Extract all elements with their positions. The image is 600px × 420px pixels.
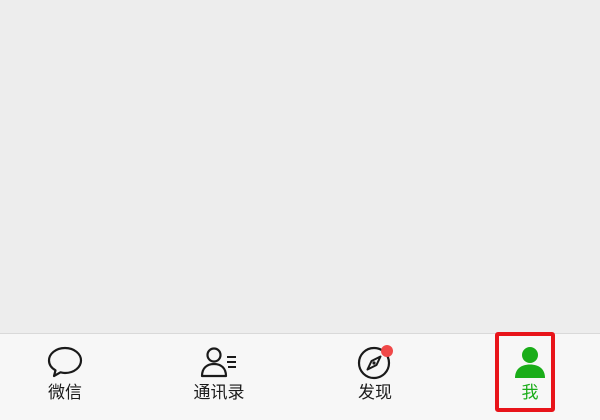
- compass-icon: [355, 344, 395, 380]
- tab-label-discover: 发现: [358, 383, 392, 403]
- tab-contacts[interactable]: 通讯录: [159, 334, 279, 420]
- notification-dot: [381, 345, 393, 357]
- content-area: [0, 0, 600, 333]
- tab-label-contacts: 通讯录: [193, 383, 245, 403]
- tab-chats[interactable]: 微信: [5, 334, 125, 420]
- wechat-screen: 微信 通讯录 发现 我: [0, 0, 600, 420]
- chat-bubble-icon: [45, 344, 85, 380]
- tab-label-me: 我: [521, 383, 539, 403]
- tab-discover[interactable]: 发现: [315, 334, 435, 420]
- contacts-icon: [199, 344, 239, 380]
- tab-label-chats: 微信: [48, 383, 82, 403]
- bottom-tab-bar: 微信 通讯录 发现 我: [0, 333, 600, 420]
- tab-me[interactable]: 我: [470, 334, 590, 420]
- person-icon: [510, 344, 550, 380]
